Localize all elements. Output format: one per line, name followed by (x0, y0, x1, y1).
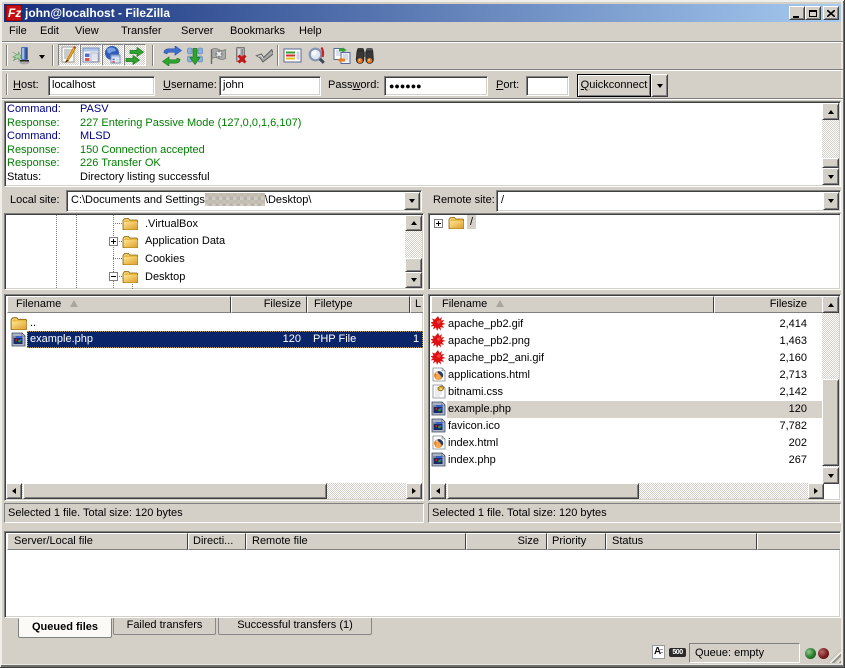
svg-text:Fz: Fz (8, 6, 21, 20)
